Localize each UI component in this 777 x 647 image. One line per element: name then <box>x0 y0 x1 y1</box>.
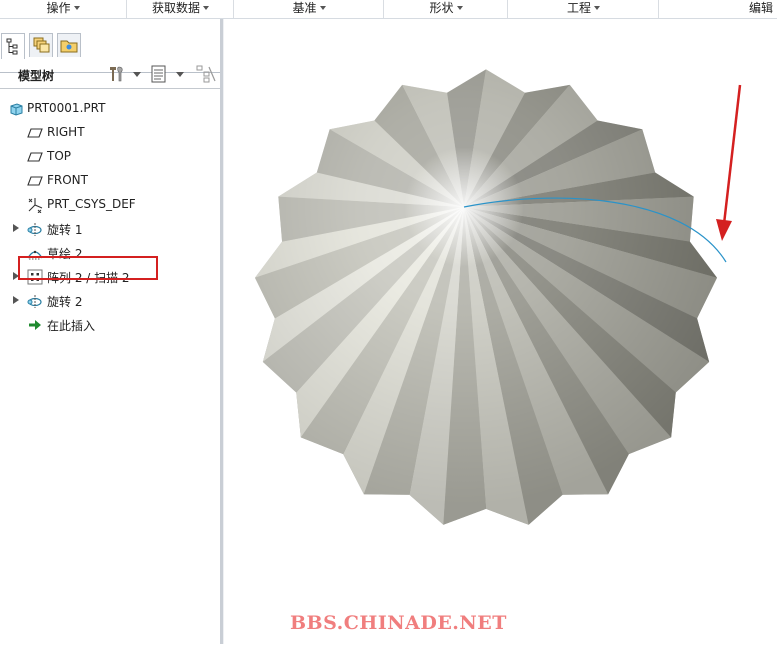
chevron-down-icon <box>319 6 326 10</box>
menu-edit-label: 编辑 <box>748 1 773 15</box>
tree-item-label: FRONT <box>47 173 88 187</box>
settings-tools-icon[interactable] <box>106 64 128 84</box>
navigator-panel: 模型树 PRT0001.PRT RIGHT TOP FRONT PRT_CSYS… <box>0 19 220 644</box>
chevron-down-icon <box>594 6 600 10</box>
panel-title: 模型树 <box>18 69 55 83</box>
graphics-viewport[interactable] <box>224 19 777 644</box>
revolve-icon <box>27 223 42 236</box>
tree-item-front[interactable]: FRONT <box>0 170 220 192</box>
navigator-tabs <box>0 33 220 73</box>
chevron-down-icon <box>203 6 209 10</box>
model-3d-view <box>254 69 742 525</box>
insert-here-arrow-icon <box>29 320 41 330</box>
tree-item-label: 旋转 1 <box>47 223 83 237</box>
datum-plane-icon <box>27 152 43 162</box>
menu-get-data-label: 获取数据 <box>151 1 200 15</box>
layers-icon <box>33 37 50 53</box>
menu-edit[interactable]: 编辑 <box>658 0 777 18</box>
annotation-arrow-shaft <box>722 84 742 225</box>
revolve-icon <box>27 295 42 308</box>
tree-item-right[interactable]: RIGHT <box>0 122 220 144</box>
menu-operations[interactable]: 操作 <box>0 0 126 18</box>
header-divider <box>0 88 220 89</box>
tab-layers[interactable] <box>29 33 53 57</box>
tree-item-label: 在此插入 <box>47 319 96 333</box>
menu-datum-label: 基准 <box>292 1 317 15</box>
expand-arrow-icon[interactable] <box>13 296 19 304</box>
menu-get-data[interactable]: 获取数据 <box>126 0 234 18</box>
tree-item-insert-here[interactable]: 在此插入 <box>0 314 220 336</box>
folder-star-icon <box>60 40 78 53</box>
chevron-down-icon[interactable] <box>133 72 141 77</box>
expand-arrow-icon[interactable] <box>13 224 19 232</box>
lobed-revolve-body <box>254 69 718 525</box>
menu-engineering[interactable]: 工程 <box>507 0 659 18</box>
menu-shapes-label: 形状 <box>429 1 454 15</box>
tree-item-revolve-1[interactable]: 旋转 1 <box>0 218 220 240</box>
tree-item-label: 旋转 2 <box>47 295 83 309</box>
tree-item-revolve-2[interactable]: 旋转 2 <box>0 290 220 312</box>
tree-item-label: RIGHT <box>47 125 85 139</box>
menu-datum[interactable]: 基准 <box>233 0 384 18</box>
highlight-annotation-box <box>18 256 158 280</box>
tree-item-top[interactable]: TOP <box>0 146 220 168</box>
watermark-text: BBS.CHINADE.NET <box>290 612 507 634</box>
show-list-icon[interactable] <box>149 64 169 84</box>
tab-model-tree[interactable] <box>1 33 25 59</box>
ribbon-group-bar: 操作 获取数据 基准 形状 工程 编辑 <box>0 0 777 19</box>
model-tree-icon <box>6 38 18 55</box>
annotation-arrow-head <box>716 219 732 241</box>
menu-operations-label: 操作 <box>46 1 71 15</box>
chevron-down-icon <box>73 6 80 10</box>
part-icon <box>10 103 23 116</box>
csys-icon <box>28 198 43 213</box>
chevron-down-icon <box>456 6 463 10</box>
model-tree-header: 模型树 <box>0 60 220 88</box>
menu-engineering-label: 工程 <box>566 1 591 15</box>
tree-item-label: PRT0001.PRT <box>27 101 106 115</box>
tree-item-label: PRT_CSYS_DEF <box>47 197 136 211</box>
tree-item-csys[interactable]: PRT_CSYS_DEF <box>0 194 220 216</box>
filter-tree-icon[interactable] <box>195 64 217 84</box>
datum-plane-icon <box>27 128 43 138</box>
tab-favorites[interactable] <box>57 33 81 57</box>
tree-item-label: TOP <box>47 149 72 163</box>
chevron-down-icon[interactable] <box>176 72 184 77</box>
datum-plane-icon <box>27 176 43 186</box>
menu-shapes[interactable]: 形状 <box>383 0 508 18</box>
tree-item-part[interactable]: PRT0001.PRT <box>0 98 220 120</box>
